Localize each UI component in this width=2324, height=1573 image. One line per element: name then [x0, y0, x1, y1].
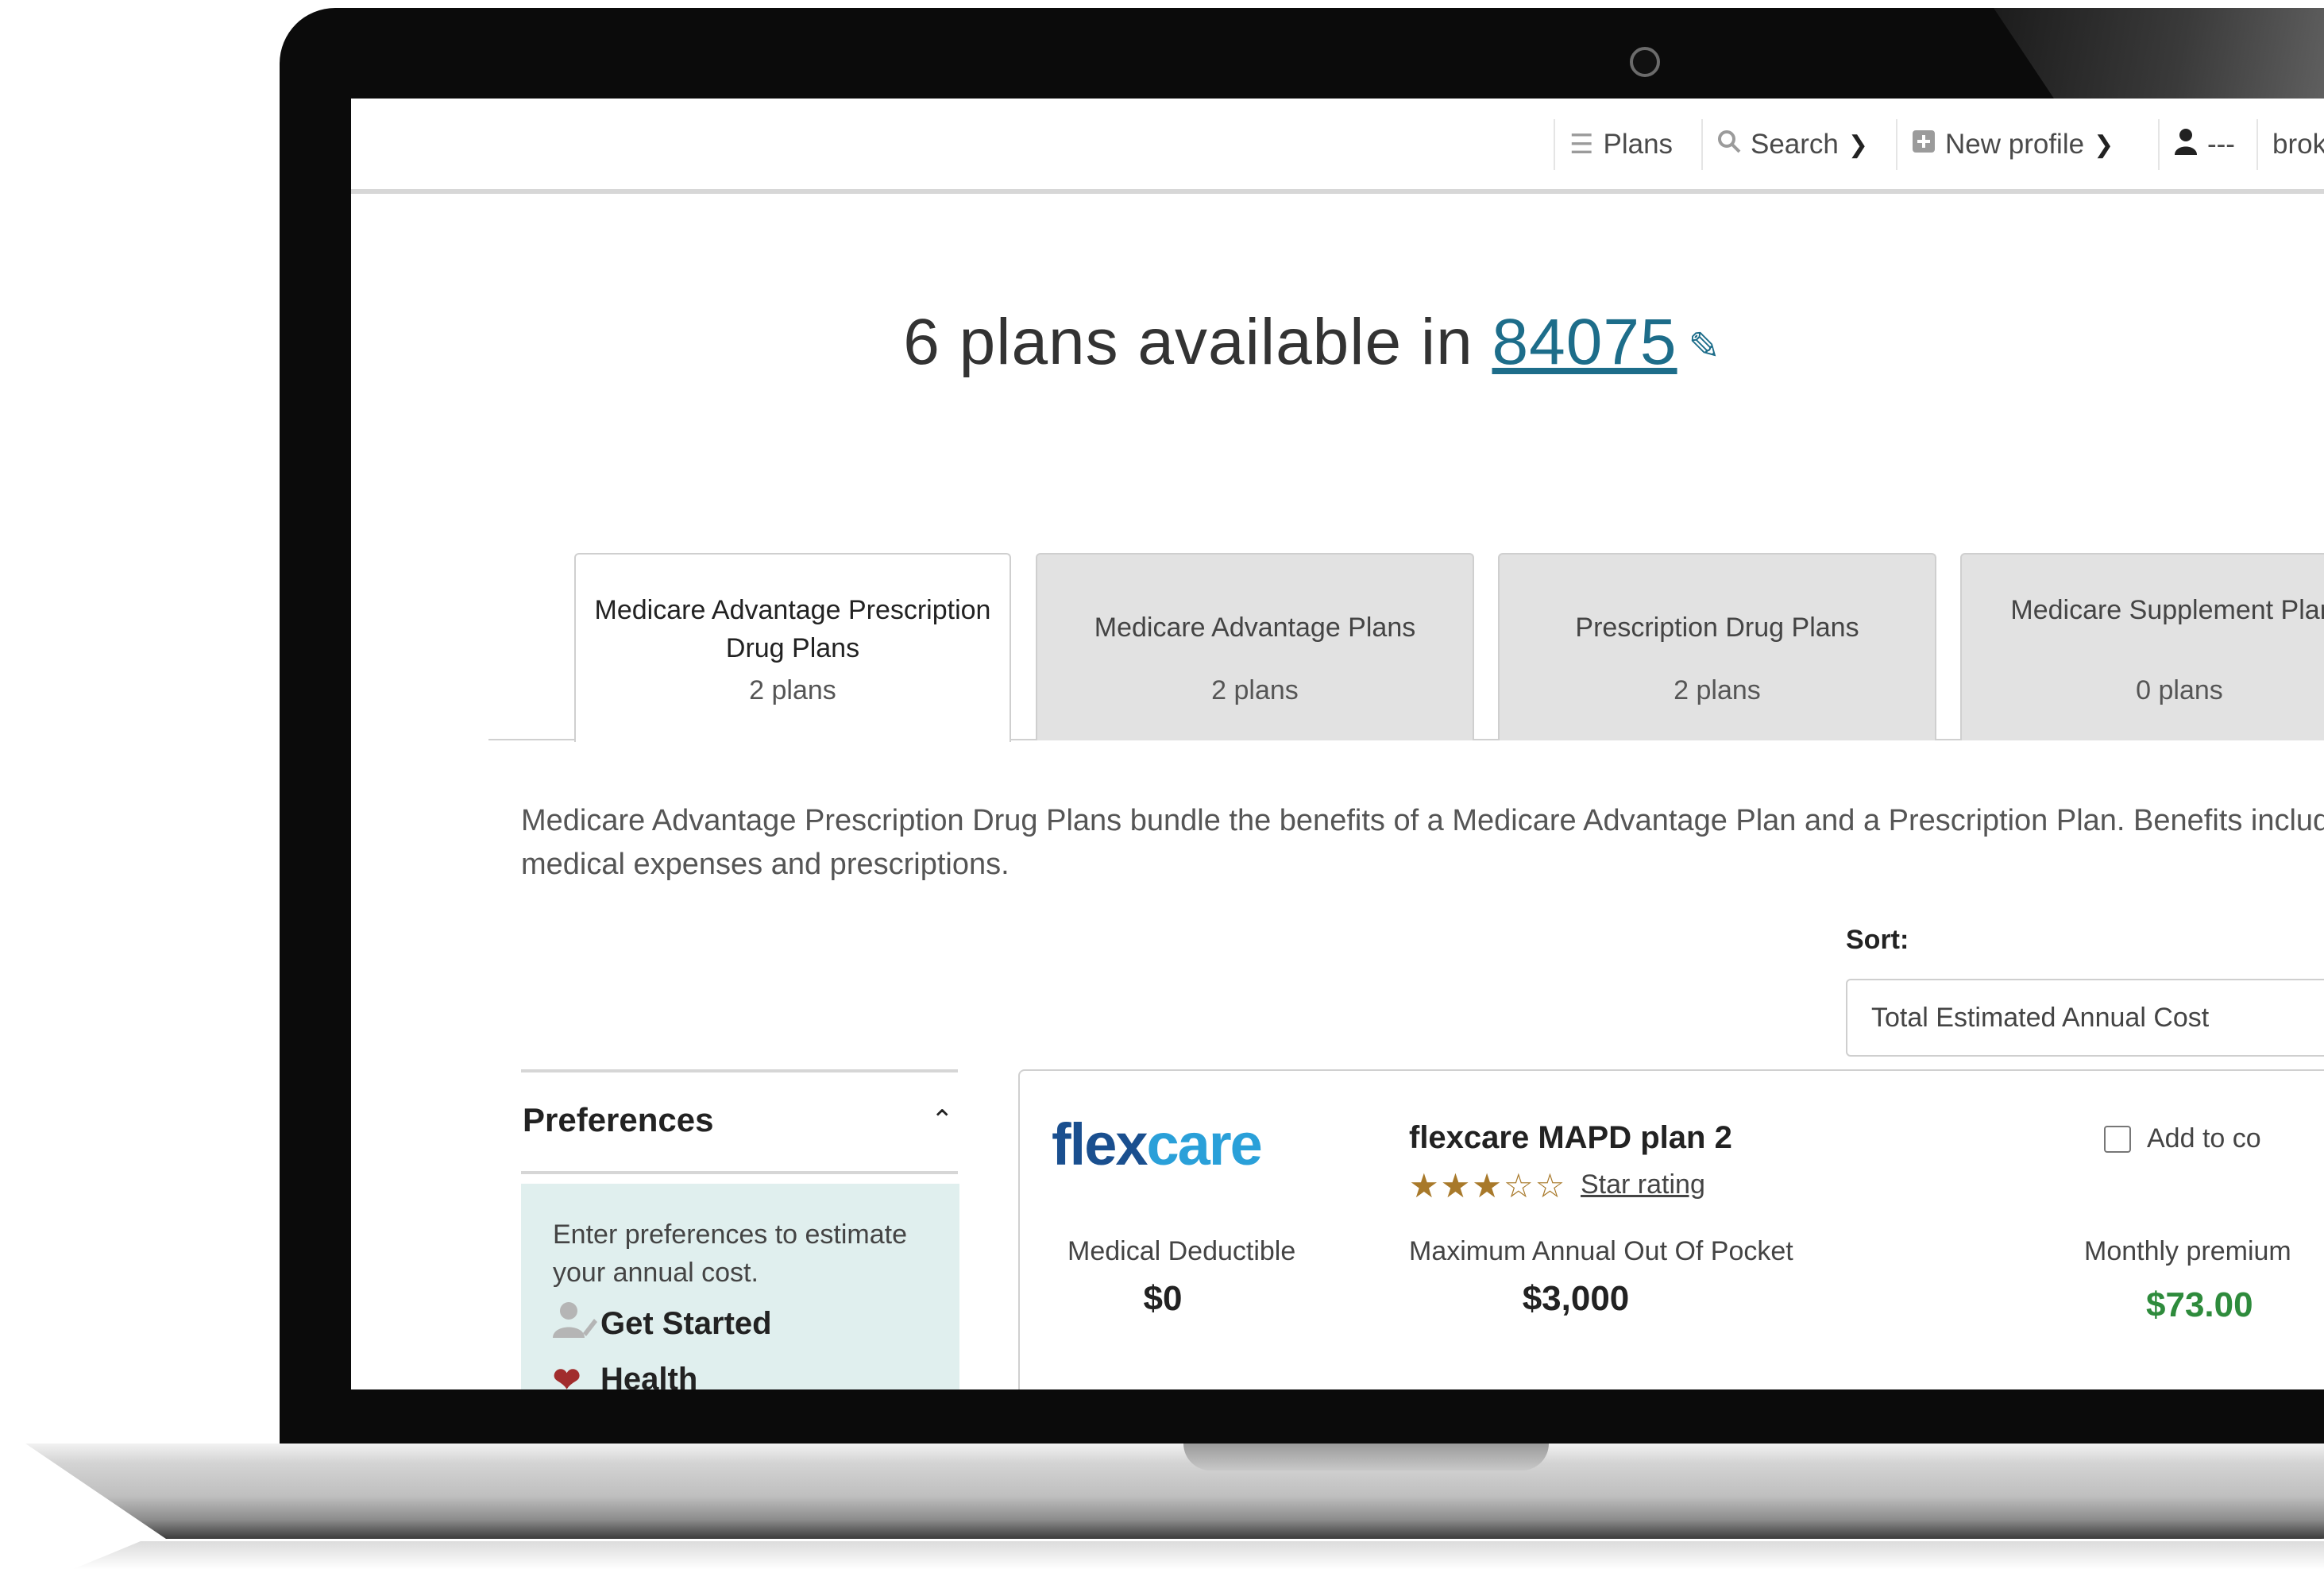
stat-label: Maximum Annual Out Of Pocket — [1409, 1236, 1793, 1266]
layers-icon: ☰ — [1569, 129, 1594, 160]
carrier-logo: flexcare — [1052, 1111, 1263, 1177]
stat-value: $73.00 — [2146, 1285, 2253, 1324]
preferences-top-border — [521, 1069, 958, 1072]
star-rating-link[interactable]: Star rating — [1581, 1169, 1705, 1200]
chevron-down-icon: ❯ — [2094, 131, 2114, 158]
nav-new-profile-label: New profile — [1945, 129, 2085, 160]
preferences-title[interactable]: Preferences — [523, 1101, 714, 1139]
tab-mapd[interactable]: Medicare Advantage Prescription Drug Pla… — [574, 553, 1011, 742]
sort-select[interactable]: Total Estimated Annual Cost — [1846, 979, 2324, 1057]
preferences-divider — [521, 1171, 958, 1174]
compare-checkbox[interactable]: Add to co — [2104, 1123, 2261, 1154]
preference-item-get-started[interactable]: Get Started — [553, 1301, 772, 1346]
tab-count: 0 plans — [2136, 675, 2223, 705]
nav-plans[interactable]: ☰ Plans — [1554, 119, 1701, 170]
tab-label: Medicare Advantage Plans — [1094, 613, 1416, 643]
nav-search[interactable]: Search ❯ — [1701, 119, 1896, 170]
chevron-down-icon: ❯ — [1847, 131, 1869, 158]
nav-search-label: Search — [1751, 129, 1839, 160]
tab-count: 2 plans — [1674, 675, 1761, 705]
stat-value: $3,000 — [1522, 1279, 1630, 1318]
heartbeat-icon: ❤ — [553, 1361, 581, 1389]
checkbox-icon[interactable] — [2104, 1125, 2131, 1153]
compare-label: Add to co — [2147, 1123, 2261, 1154]
tab-label: Medicare Advantage Prescription Drug Pla… — [594, 595, 991, 663]
tab-medicare-supplement[interactable]: Medicare Supplement Plans 0 plans — [1960, 553, 2324, 740]
preference-item-health[interactable]: ❤ Health — [553, 1360, 697, 1389]
edit-icon[interactable]: ✎ — [1689, 326, 1721, 368]
nav-broker-label: brok — [2272, 129, 2324, 160]
stat-value: $0 — [1143, 1279, 1183, 1318]
star-rating-icon: ★★★☆☆ — [1409, 1167, 1567, 1204]
tab-count: 2 plans — [749, 675, 836, 705]
app-screen: ☰ Plans Search ❯ New profile ❯ --- brok — [351, 99, 2324, 1389]
preferences-text: Enter preferences to estimate your annua… — [553, 1219, 908, 1288]
stat-label: Monthly premium — [2084, 1236, 2291, 1266]
laptop-shadow — [71, 1541, 2324, 1570]
nav-user[interactable]: --- — [2158, 119, 2256, 170]
tab-prescription-drug[interactable]: Prescription Drug Plans 2 plans — [1498, 553, 1936, 740]
nav-new-profile[interactable]: New profile ❯ — [1896, 119, 2158, 170]
preferences-panel: Enter preferences to estimate your annua… — [521, 1184, 959, 1389]
tab-label: Prescription Drug Plans — [1575, 613, 1859, 643]
user-icon — [2174, 128, 2198, 162]
nav-broker[interactable]: brok — [2256, 119, 2324, 170]
tab-description: Medicare Advantage Prescription Drug Pla… — [521, 804, 2324, 881]
chevron-up-icon[interactable]: ⌃ — [931, 1104, 954, 1136]
laptop-base — [25, 1444, 2324, 1539]
zip-code-link[interactable]: 84075 — [1492, 306, 1677, 378]
stat-label: Medical Deductible — [1067, 1236, 1296, 1266]
nav-plans-label: Plans — [1603, 129, 1674, 160]
tab-label: Medicare Supplement Plans — [2010, 595, 2324, 625]
top-navigation: ☰ Plans Search ❯ New profile ❯ --- brok — [351, 99, 2324, 194]
webcam-icon — [1630, 47, 1660, 77]
tab-medicare-advantage[interactable]: Medicare Advantage Plans 2 plans — [1036, 553, 1474, 740]
screen-glare — [1994, 8, 2324, 103]
tab-count: 2 plans — [1211, 675, 1299, 705]
plan-name: flexcare MAPD plan 2 — [1409, 1120, 1732, 1155]
nav-user-label: --- — [2207, 129, 2235, 160]
search-icon — [1717, 129, 1741, 160]
user-edit-icon — [553, 1301, 600, 1346]
plus-square-icon — [1912, 129, 1936, 160]
sort-label: Sort: — [1846, 925, 1909, 955]
preference-item-label: Health — [600, 1362, 698, 1389]
page-title: 6 plans available in 84075 ✎ — [351, 305, 2273, 380]
page-title-prefix: 6 plans available in — [903, 306, 1473, 378]
laptop-notch — [1183, 1444, 1549, 1471]
plan-card: flexcare flexcare MAPD plan 2 ★★★☆☆ Star… — [1018, 1069, 2324, 1389]
preference-item-label: Get Started — [600, 1305, 772, 1341]
